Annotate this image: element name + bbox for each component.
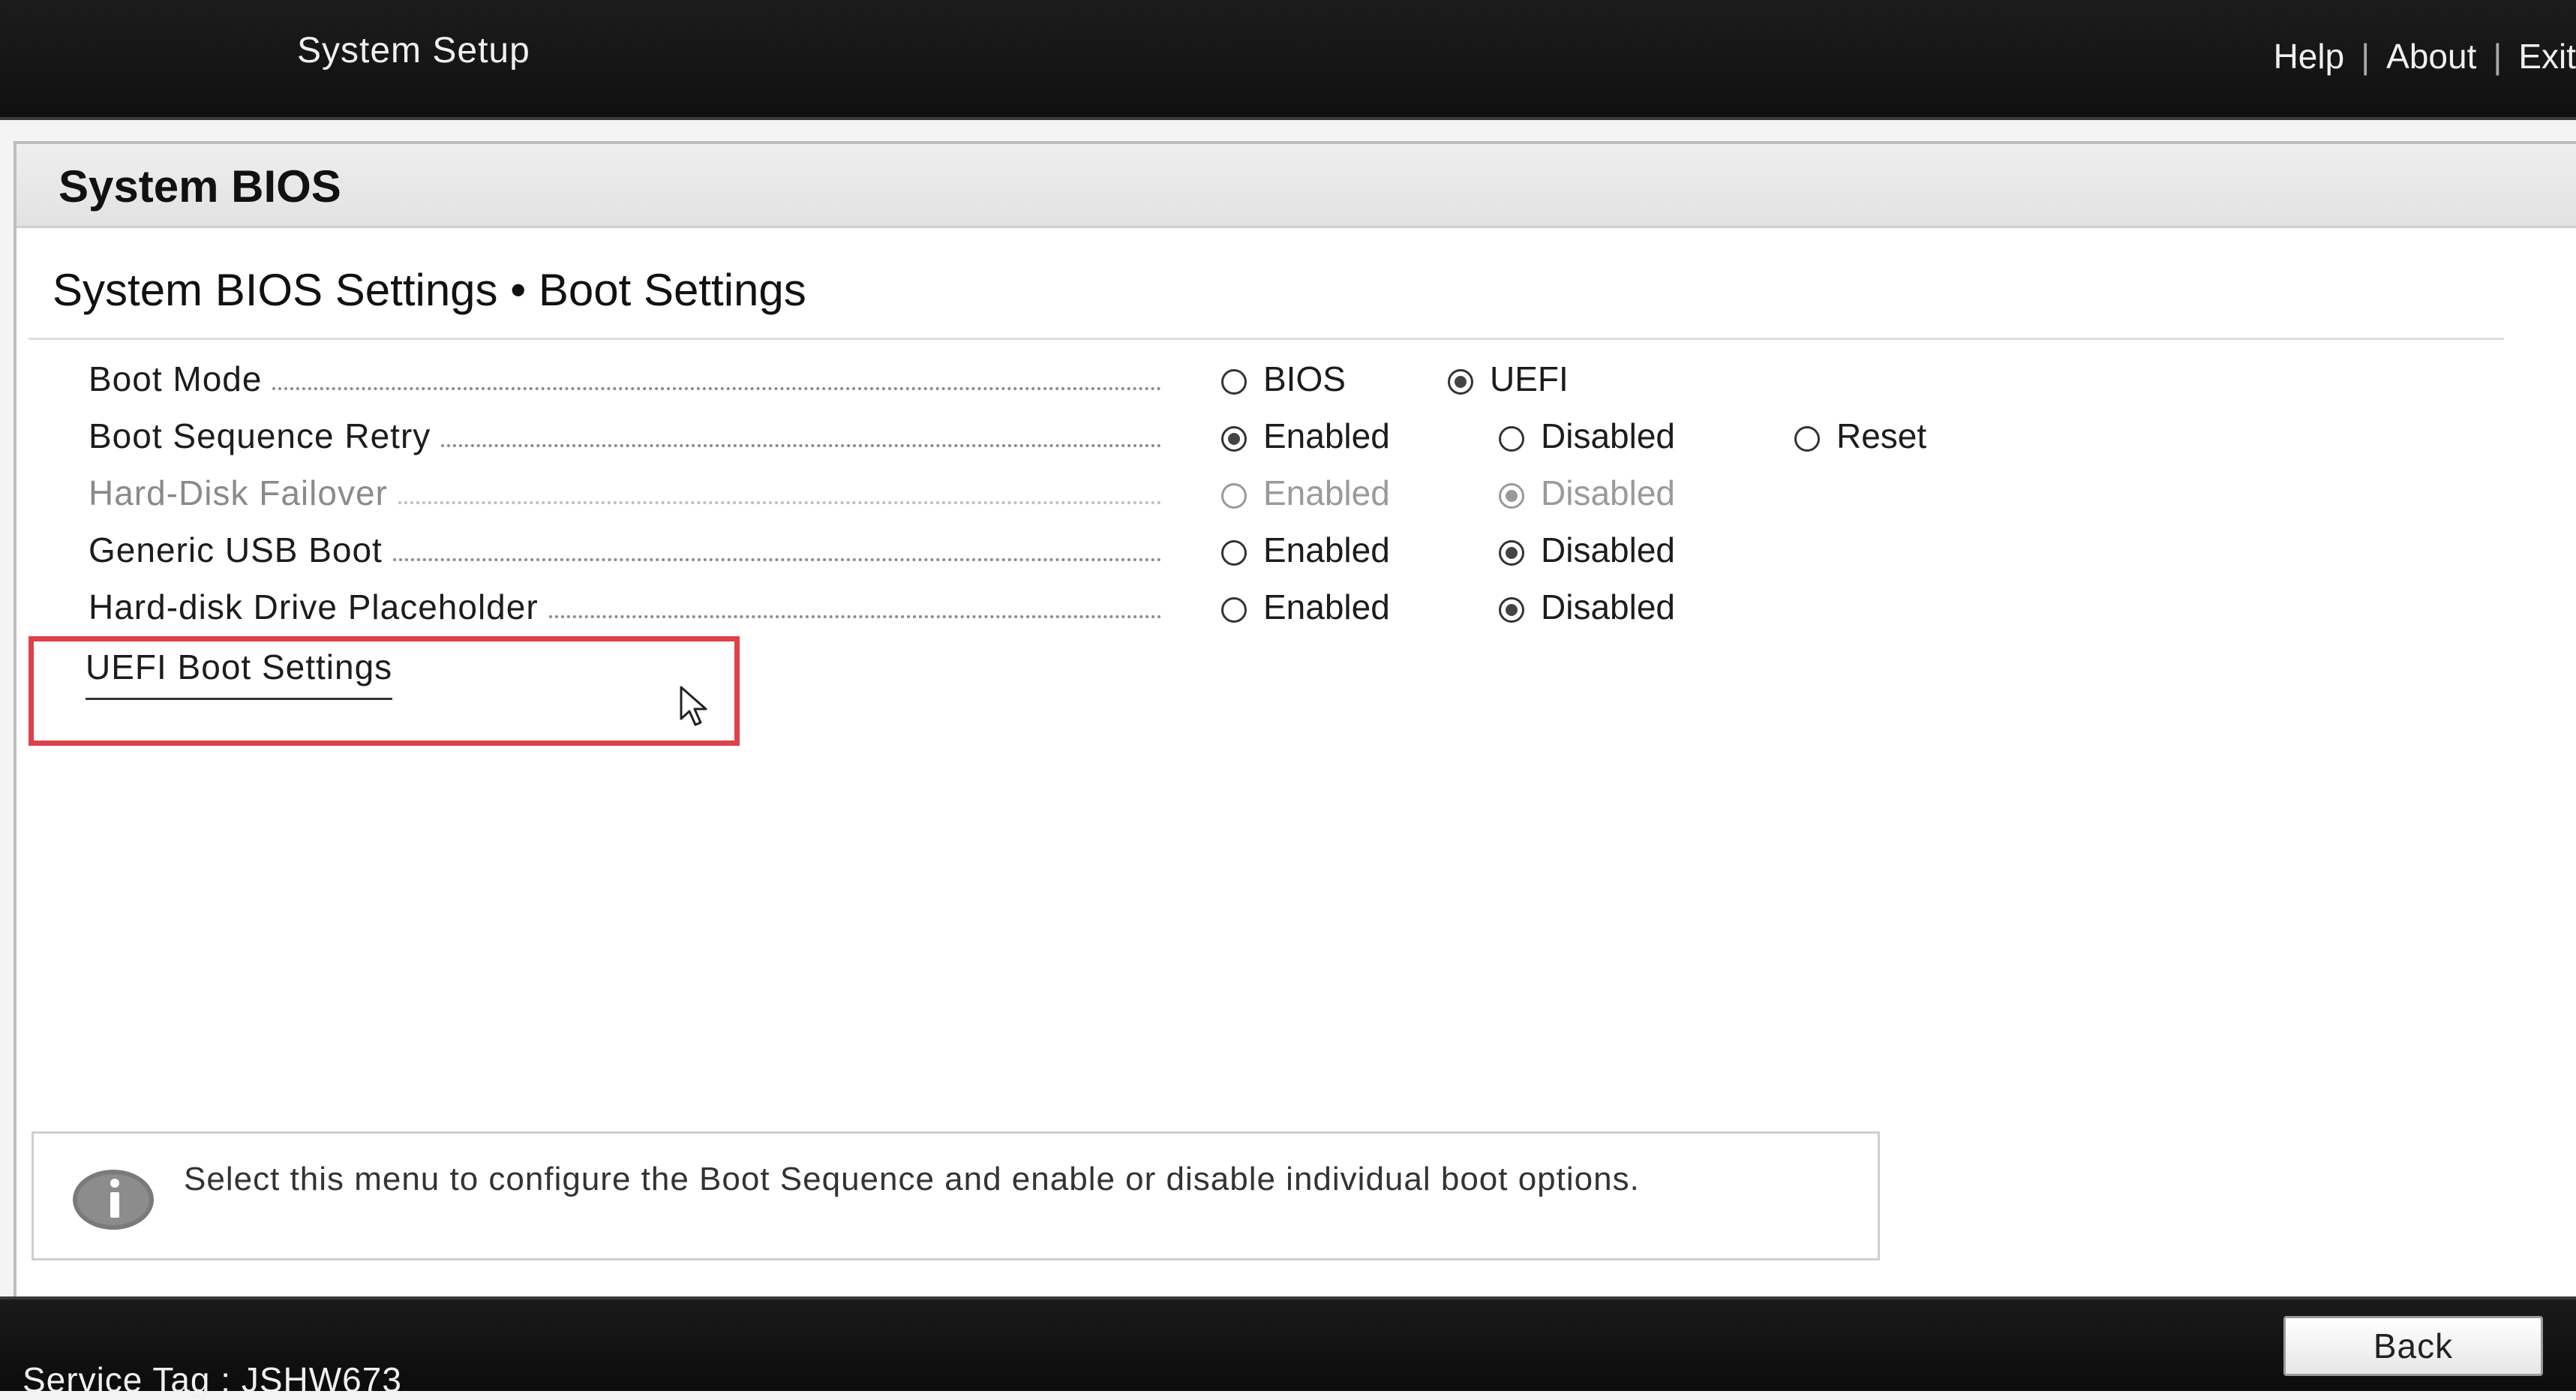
- radio-usb-boot-enabled[interactable]: Enabled: [1221, 524, 1390, 576]
- setting-boot-mode: Boot Mode BIOS UEFI: [89, 353, 2039, 405]
- leader-dots: [392, 558, 1161, 561]
- radio-icon: [1221, 369, 1247, 395]
- radio-selected-icon: [1499, 540, 1524, 566]
- app-title: System Setup: [297, 31, 530, 71]
- help-link[interactable]: Help: [2274, 36, 2345, 77]
- setting-generic-usb-boot: Generic USB Boot Enabled Disabled: [89, 524, 2039, 576]
- radio-hdd-placeholder-disabled[interactable]: Disabled: [1499, 581, 1675, 633]
- setting-hard-disk-failover: Hard-Disk Failover Enabled Disabled: [89, 467, 2039, 519]
- leader-dots: [441, 444, 1161, 447]
- radio-failover-disabled: Disabled: [1499, 467, 1675, 519]
- about-link[interactable]: About: [2386, 36, 2476, 77]
- top-bar: System Setup Help | About | Exit: [0, 0, 2576, 120]
- radio-boot-retry-enabled[interactable]: Enabled: [1221, 410, 1390, 462]
- radio-boot-mode-bios[interactable]: BIOS: [1221, 353, 1346, 405]
- radio-selected-icon: [1221, 426, 1247, 452]
- panel-title: System BIOS: [59, 161, 341, 212]
- link-separator: |: [2493, 37, 2502, 76]
- leader-dots: [398, 501, 1161, 504]
- radio-icon: [1794, 426, 1820, 452]
- panel-header: System BIOS: [17, 144, 2576, 228]
- top-links: Help | About | Exit: [2274, 36, 2576, 77]
- help-info-box: Select this menu to configure the Boot S…: [32, 1131, 1880, 1260]
- main-panel: System BIOS System BIOS Settings • Boot …: [14, 141, 2576, 1296]
- info-icon: [73, 1170, 154, 1230]
- mouse-cursor-icon: [680, 686, 707, 726]
- leader-dots: [548, 615, 1161, 618]
- radio-icon: [1499, 426, 1524, 452]
- radio-icon: [1221, 540, 1247, 566]
- radio-hdd-placeholder-enabled[interactable]: Enabled: [1221, 581, 1390, 633]
- service-tag: Service Tag : JSHW673: [23, 1360, 402, 1399]
- radio-selected-icon: [1499, 483, 1524, 509]
- radio-boot-retry-reset[interactable]: Reset: [1794, 410, 1926, 462]
- exit-link[interactable]: Exit: [2518, 36, 2576, 77]
- radio-selected-icon: [1448, 369, 1473, 395]
- leader-dots: [272, 387, 1161, 390]
- radio-boot-retry-disabled[interactable]: Disabled: [1499, 410, 1675, 462]
- page-title: System BIOS Settings • Boot Settings: [53, 265, 806, 315]
- setting-label: Boot Sequence Retry: [89, 410, 1161, 462]
- setting-hdd-placeholder: Hard-disk Drive Placeholder Enabled Disa…: [89, 581, 2039, 633]
- setting-label: Hard-disk Drive Placeholder: [89, 581, 1161, 633]
- back-button[interactable]: Back: [2283, 1316, 2543, 1376]
- radio-icon: [1221, 483, 1247, 509]
- bottom-bar: Service Tag : JSHW673 Back: [0, 1296, 2576, 1399]
- radio-usb-boot-disabled[interactable]: Disabled: [1499, 524, 1675, 576]
- setting-label: Hard-Disk Failover: [89, 467, 1161, 519]
- help-message: Select this menu to configure the Boot S…: [184, 1161, 1640, 1197]
- uefi-boot-settings-link[interactable]: UEFI Boot Settings: [86, 647, 393, 700]
- title-divider: [29, 338, 2504, 340]
- link-separator: |: [2361, 37, 2370, 76]
- radio-failover-enabled: Enabled: [1221, 467, 1390, 519]
- setting-boot-sequence-retry: Boot Sequence Retry Enabled Disabled Res…: [89, 410, 2039, 462]
- radio-selected-icon: [1499, 597, 1524, 623]
- setting-label: Generic USB Boot: [89, 524, 1161, 576]
- setting-label: Boot Mode: [89, 353, 1161, 405]
- radio-icon: [1221, 597, 1247, 623]
- radio-boot-mode-uefi[interactable]: UEFI: [1448, 353, 1569, 405]
